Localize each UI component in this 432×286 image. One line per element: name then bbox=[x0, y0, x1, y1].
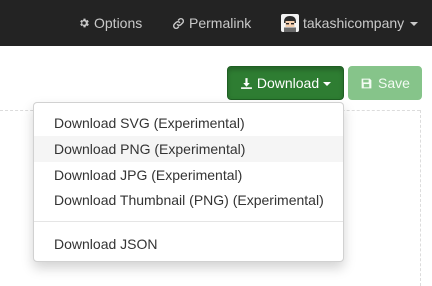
save-button[interactable]: Save bbox=[348, 66, 422, 100]
avatar bbox=[281, 14, 299, 32]
options-link[interactable]: Options bbox=[78, 0, 142, 46]
username: takashicompany bbox=[303, 15, 405, 31]
download-jpg-item[interactable]: Download JPG (Experimental) bbox=[34, 162, 343, 188]
download-svg-item[interactable]: Download SVG (Experimental) bbox=[34, 110, 343, 136]
download-thumbnail-item[interactable]: Download Thumbnail (PNG) (Experimental) bbox=[34, 187, 343, 213]
top-navbar: Options Permalink takashicompany bbox=[0, 0, 432, 46]
download-png-item[interactable]: Download PNG (Experimental) bbox=[34, 136, 343, 162]
download-button-label: Download bbox=[256, 75, 320, 91]
canvas-border-right bbox=[420, 110, 421, 286]
chevron-down-icon bbox=[323, 82, 332, 86]
download-button[interactable]: Download bbox=[227, 66, 344, 100]
chevron-down-icon bbox=[410, 22, 419, 26]
link-icon bbox=[173, 17, 184, 29]
save-button-label: Save bbox=[378, 75, 410, 91]
user-menu[interactable]: takashicompany bbox=[281, 0, 419, 46]
download-icon bbox=[240, 77, 252, 89]
download-dropdown-menu: Download SVG (Experimental) Download PNG… bbox=[33, 102, 344, 262]
options-label: Options bbox=[94, 15, 143, 31]
permalink-link[interactable]: Permalink bbox=[172, 0, 251, 46]
permalink-label: Permalink bbox=[189, 15, 252, 31]
download-json-item[interactable]: Download JSON bbox=[34, 231, 343, 257]
gear-icon bbox=[80, 18, 89, 28]
floppy-disk-icon bbox=[361, 78, 372, 88]
menu-divider bbox=[34, 221, 343, 222]
